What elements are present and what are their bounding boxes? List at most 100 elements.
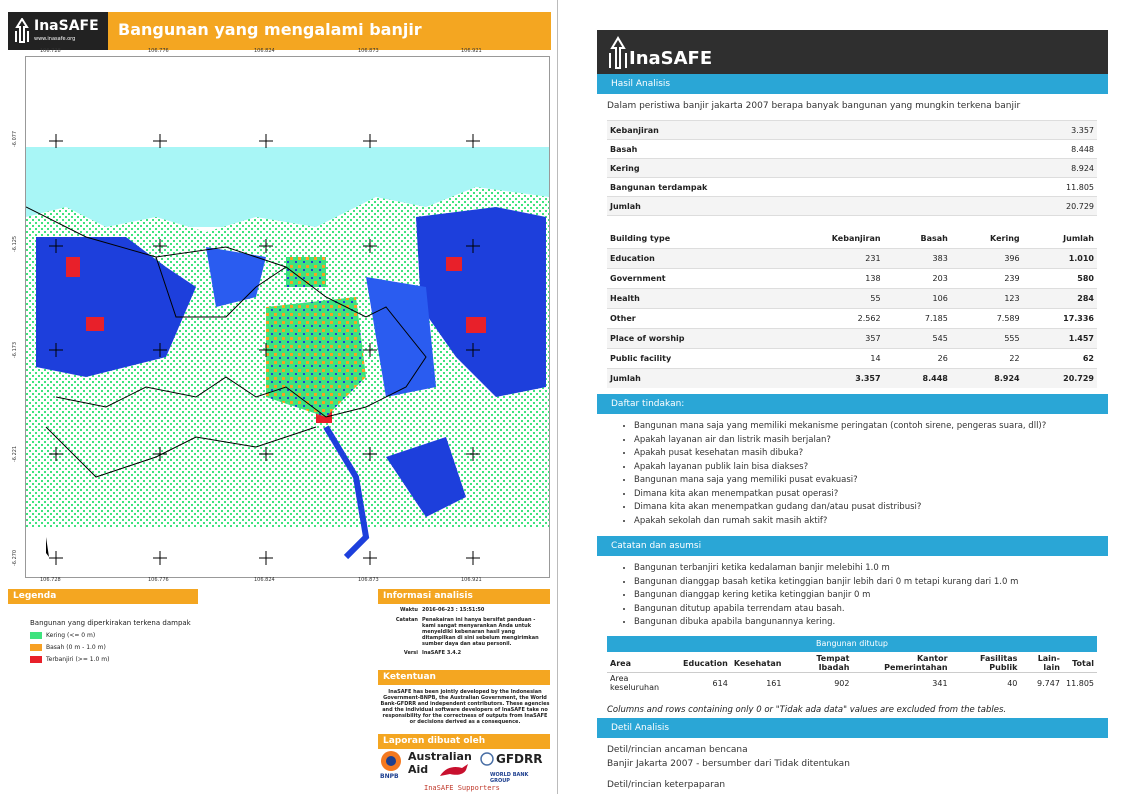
list-item: Apakah pusat kesehatan masih dibuka?: [634, 447, 1046, 461]
list-item: Bangunan ditutup apabila terrendam atau …: [634, 603, 1018, 617]
logo-url: www.inasafe.org: [34, 36, 76, 42]
column-header: Basah: [920, 234, 948, 243]
lat-tick: -6.125: [12, 235, 18, 252]
versi-value: InaSAFE 3.4.2: [422, 650, 462, 656]
table-cell: 7.185: [883, 308, 951, 329]
list-item: Dimana kita akan menempatkan gudang dan/…: [634, 501, 1046, 515]
table-cell: 40: [1007, 678, 1018, 688]
table-row: Kebanjiran 3.357: [607, 120, 1097, 140]
legend-swatch: [30, 656, 42, 663]
tick-label: 106.776: [148, 577, 169, 583]
table-cell: 8.924: [950, 368, 1023, 388]
list-item: Bangunan mana saja yang memiliki mekanis…: [634, 420, 1046, 434]
table-row: Other 2.562 7.185 7.589 17.336: [607, 308, 1097, 329]
world-bank-label: WORLD BANK GROUP: [490, 772, 529, 784]
table-cell: Other: [607, 308, 773, 329]
summary-table: Kebanjiran 3.357 Basah 8.448 Kering 8.924 B…: [607, 120, 1097, 216]
table-cell: 138: [773, 268, 884, 289]
tick-label: 106.824: [254, 48, 275, 54]
catatan-value: Penakairan ini hanya bersifat panduan - …: [422, 617, 539, 647]
flood-map[interactable]: [25, 56, 550, 578]
column-header: Fasilitas Publik: [950, 654, 1021, 673]
column-header: Kesehatan: [730, 654, 785, 673]
table-cell: 239: [950, 268, 1023, 289]
notes-list: Bangunan terbanjiri ketika kedalaman ban…: [620, 562, 1018, 630]
table-note: Columns and rows containing only 0 or "T…: [607, 705, 1007, 715]
report-header: InaSAFE: [597, 30, 1108, 74]
table-cell: 2.562: [773, 308, 884, 329]
exposure-detail-title: Detil/rincian keterpaparan: [607, 780, 726, 790]
table-cell: 9.747: [1037, 678, 1060, 688]
tick-label: 106.921: [461, 577, 482, 583]
list-item: Bangunan dibuka apabila bangunannya keri…: [634, 616, 1018, 630]
table-cell: 284: [1022, 288, 1097, 309]
flood-map-graphic: [26, 134, 549, 565]
legend-item: Basah (0 m - 1.0 m): [30, 644, 106, 652]
summary-value: 11.805: [975, 177, 1097, 197]
legend-item: Kering (<= 0 m): [30, 632, 95, 640]
column-header: Area: [607, 654, 681, 673]
summary-label: Jumlah: [607, 196, 976, 216]
hasil-header: Hasil Analisis: [597, 74, 1108, 94]
tick-label: 106.728: [40, 48, 61, 54]
lat-tick: -6.270: [12, 549, 18, 566]
list-item: Bangunan dianggap basah ketika ketinggia…: [634, 576, 1018, 590]
table-cell: 231: [773, 248, 884, 269]
table-total-row: Jumlah 3.357 8.448 8.924 20.729: [607, 368, 1097, 388]
table-row: Place of worship 357 545 555 1.457: [607, 328, 1097, 349]
hazard-detail-title: Detil/rincian ancaman bencana: [607, 745, 748, 755]
ketentuan-header: Ketentuan: [378, 670, 550, 685]
tick-label: 106.776: [148, 48, 169, 54]
table-cell: 14: [773, 348, 884, 369]
table-cell: Government: [607, 268, 773, 289]
report-logo-text: InaSAFE: [629, 48, 713, 69]
table-cell: 3.357: [773, 368, 884, 388]
column-header: Lain-lain: [1020, 654, 1063, 673]
table-cell: 341: [932, 678, 948, 688]
bottom-axis-ticks: 106.728 106.776 106.824 106.873 106.921: [8, 577, 551, 587]
map-title: Bangunan yang mengalami banjir: [118, 20, 422, 39]
summary-label: Bangunan terdampak: [607, 177, 976, 197]
waktu-value: 2016-06-23 : 15:51:50: [422, 607, 485, 613]
table-cell: 26: [883, 348, 951, 369]
table-cell: 396: [950, 248, 1023, 269]
table-cell: 1.010: [1022, 248, 1097, 269]
lat-tick: -6.173: [12, 341, 18, 358]
inasafe-logo-icon: [609, 36, 627, 69]
catatan-asumsi-header: Catatan dan asumsi: [597, 536, 1108, 556]
legend-swatch: [30, 644, 42, 651]
inasafe-logo: InaSAFE www.inasafe.org: [8, 12, 108, 50]
list-item: Bangunan dianggap kering ketika ketinggi…: [634, 589, 1018, 603]
map-header: InaSAFE www.inasafe.org Bangunan yang me…: [8, 12, 551, 50]
table-cell: 555: [950, 328, 1023, 349]
north-arrow-icon: [46, 537, 49, 557]
summary-value: 8.448: [975, 139, 1097, 159]
list-item: Bangunan terbanjiri ketika kedalaman ban…: [634, 562, 1018, 576]
column-header: Kantor Pemerintahan: [852, 654, 951, 673]
table-cell: 902: [834, 678, 850, 688]
info-header: Informasi analisis: [378, 589, 550, 604]
table-cell: 17.336: [1022, 308, 1097, 329]
table-cell: 203: [883, 268, 951, 289]
analysis-report-page: InaSAFE Hasil Analisis Dalam peristiwa b…: [597, 0, 1138, 794]
legend-swatch: [30, 632, 42, 639]
table-cell: 580: [1022, 268, 1097, 289]
table-cell: Area keseluruhan: [610, 674, 660, 692]
bnpb-label: BNPB: [380, 773, 399, 780]
versi-label: Versi: [403, 650, 418, 656]
waktu-label: Waktu: [400, 607, 418, 613]
ketentuan-text: InaSAFE has been jointly developed by th…: [380, 689, 550, 725]
detil-analisis-header: Detil Analisis: [597, 718, 1108, 738]
table-cell: 123: [950, 288, 1023, 309]
list-item: Bangunan mana saja yang memiliki pusat e…: [634, 474, 1046, 488]
list-item: Apakah sekolah dan rumah sakit masih akt…: [634, 515, 1046, 529]
map-report-page: InaSAFE www.inasafe.org Bangunan yang me…: [0, 0, 558, 794]
closed-buildings-header: Bangunan ditutup: [607, 636, 1097, 652]
table-cell: Health: [607, 288, 773, 309]
tick-label: 106.728: [40, 577, 61, 583]
column-header: Education: [680, 654, 731, 673]
info-panel: Waktu 2016-06-23 : 15:51:50 Catatan Penaka…: [380, 607, 550, 659]
laporan-header: Laporan dibuat oleh: [378, 734, 550, 749]
table-cell: 8.448: [883, 368, 951, 388]
closed-buildings-table: Area Education Kesehatan Tempat Ibadah K…: [607, 654, 1097, 693]
